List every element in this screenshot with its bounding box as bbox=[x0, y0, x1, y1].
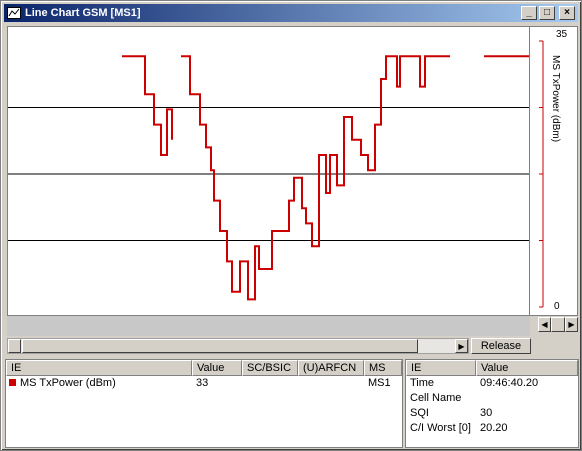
minimize-button[interactable]: _ bbox=[521, 6, 537, 20]
series-sc-bsic bbox=[242, 376, 298, 391]
window-title: Line Chart GSM [MS1] bbox=[25, 7, 141, 19]
time-scroll-left-button[interactable] bbox=[8, 339, 21, 353]
y-tick-label-min: 0 bbox=[554, 301, 560, 312]
info-value-sqi: 30 bbox=[480, 407, 493, 419]
chart-plot-svg bbox=[8, 55, 531, 301]
column-header-sc-bsic[interactable]: SC/BSIC bbox=[242, 360, 298, 376]
close-button[interactable]: × bbox=[559, 6, 575, 20]
y-axis-label: MS TxPower (dBm) bbox=[550, 55, 561, 143]
series-value: 33 bbox=[196, 377, 209, 389]
scroll-right-button[interactable]: ▶ bbox=[565, 317, 578, 332]
series-color-swatch bbox=[9, 378, 16, 386]
release-button[interactable]: Release bbox=[471, 338, 531, 354]
series-ie-name: MS TxPower (dBm) bbox=[20, 377, 116, 389]
info-column-header-ie[interactable]: IE bbox=[406, 360, 476, 376]
table-row[interactable]: MS TxPower (dBm) 33 MS1 bbox=[6, 376, 402, 391]
info-table: IE Value Time 09:46:40.20 Cell Name SQI … bbox=[405, 359, 579, 448]
series-table-header: IE Value SC/BSIC (U)ARFCN MS bbox=[6, 360, 402, 376]
column-header-ie[interactable]: IE bbox=[6, 360, 192, 376]
column-header-value[interactable]: Value bbox=[192, 360, 242, 376]
time-scroll-thumb[interactable] bbox=[22, 339, 418, 353]
info-ie-time: Time bbox=[410, 377, 435, 389]
line-chart-icon bbox=[7, 7, 21, 19]
info-value-time: 09:46:40.20 bbox=[480, 377, 539, 389]
info-row-ci-worst: C/I Worst [0] 20.20 bbox=[406, 421, 578, 436]
column-header-ms[interactable]: MS bbox=[364, 360, 402, 376]
series-line-segment-0 bbox=[122, 55, 173, 156]
y-scale-thumb[interactable] bbox=[551, 317, 565, 332]
series-line-segment-1 bbox=[181, 55, 450, 301]
info-row-sqi: SQI 30 bbox=[406, 406, 578, 421]
y-tick-label-max: 35 bbox=[556, 29, 568, 40]
info-row-cell-name: Cell Name bbox=[406, 391, 578, 406]
scroll-left-button[interactable]: ◀ bbox=[538, 317, 551, 332]
info-ie-cell-name: Cell Name bbox=[410, 392, 462, 404]
chart-time-band bbox=[7, 316, 530, 336]
chart-plot-area[interactable] bbox=[7, 26, 531, 316]
line-chart-window: Line Chart GSM [MS1] _ □ × 35 0 MS TxPow… bbox=[0, 0, 582, 451]
title-bar[interactable]: Line Chart GSM [MS1] _ □ × bbox=[4, 4, 578, 22]
y-scale-scroller[interactable]: ◀ ▶ bbox=[538, 317, 578, 333]
series-ms: MS1 bbox=[368, 377, 391, 389]
column-header-uarfcn[interactable]: (U)ARFCN bbox=[298, 360, 364, 376]
info-table-header: IE Value bbox=[406, 360, 578, 376]
series-table: IE Value SC/BSIC (U)ARFCN MS MS TxPower … bbox=[5, 359, 403, 448]
series-uarfcn bbox=[298, 376, 364, 391]
maximize-button[interactable]: □ bbox=[539, 6, 555, 20]
info-value-cell-name bbox=[476, 391, 578, 406]
info-value-ci-worst: 20.20 bbox=[480, 422, 508, 434]
time-scrollbar[interactable]: ▶ bbox=[7, 338, 469, 354]
time-scroll-right-button[interactable]: ▶ bbox=[455, 339, 468, 353]
info-row-time: Time 09:46:40.20 bbox=[406, 376, 578, 391]
info-ie-sqi: SQI bbox=[410, 407, 429, 419]
info-column-header-value[interactable]: Value bbox=[476, 360, 578, 376]
info-ie-ci-worst: C/I Worst [0] bbox=[410, 422, 471, 434]
